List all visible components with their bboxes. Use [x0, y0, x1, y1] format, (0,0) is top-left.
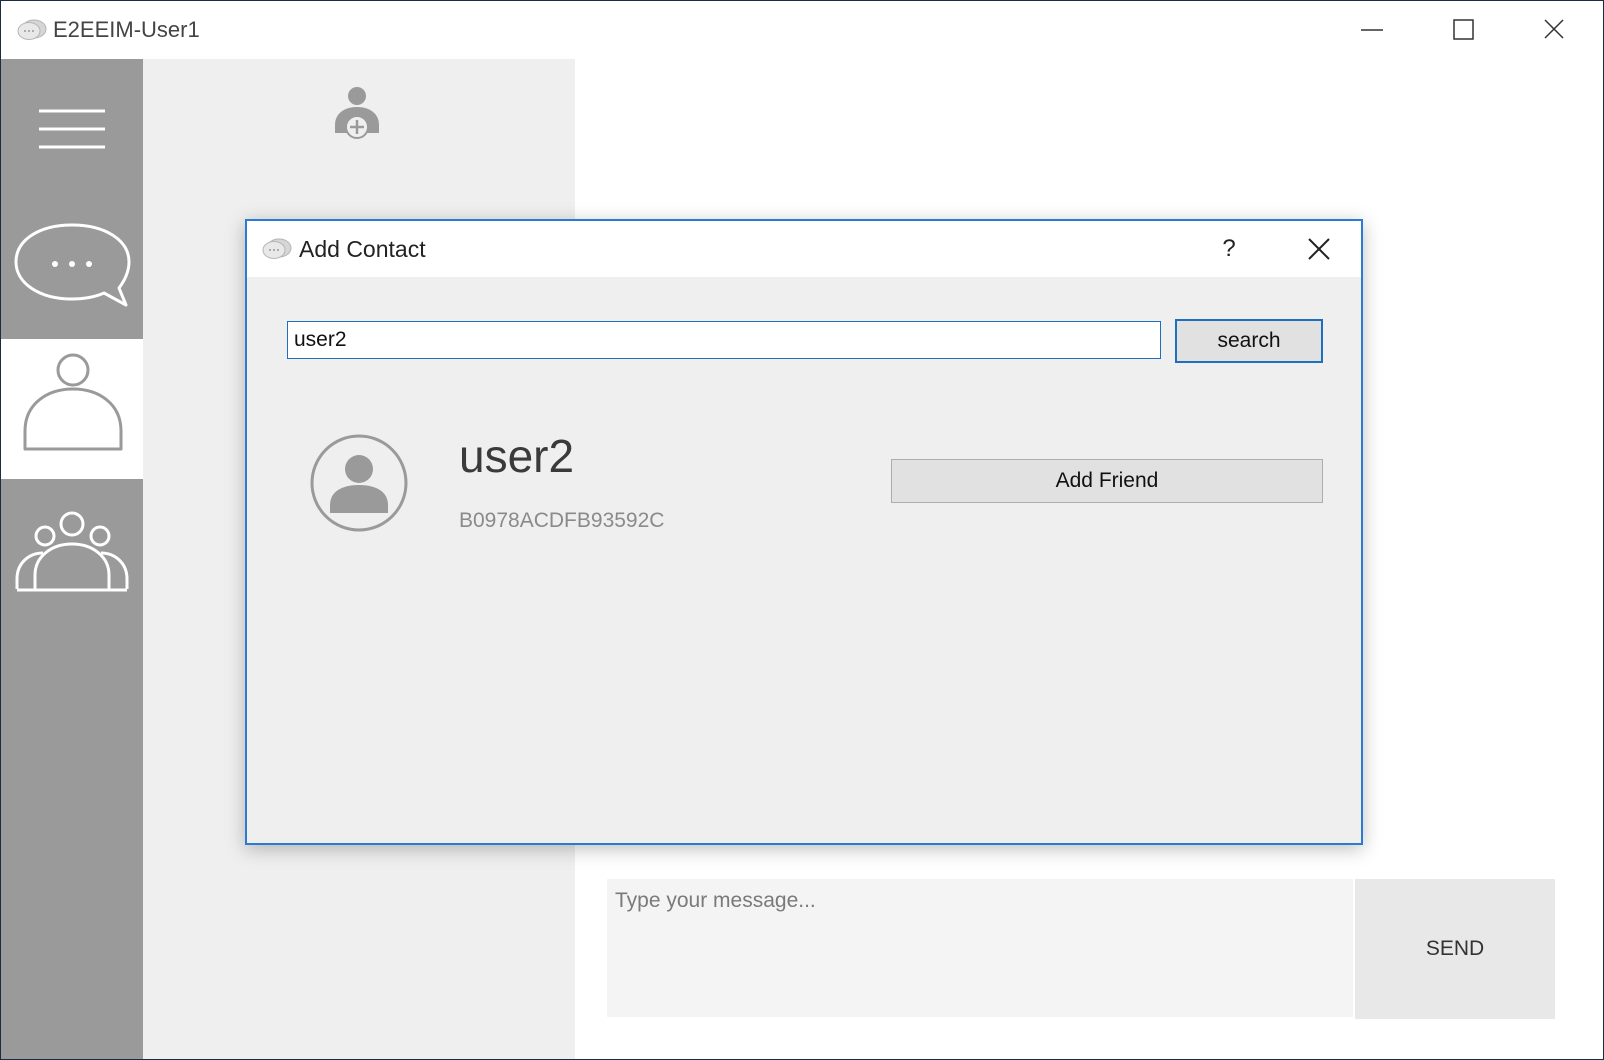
help-button[interactable]: ?	[1209, 231, 1249, 267]
sidebar-item-chats[interactable]	[1, 199, 143, 339]
app-chat-icon	[17, 18, 47, 49]
close-icon	[1299, 238, 1339, 271]
window-title: E2EEIM-User1	[53, 17, 200, 42]
send-button[interactable]: SEND	[1355, 879, 1555, 1019]
sidebar-item-menu[interactable]	[1, 59, 143, 199]
search-input[interactable]	[287, 321, 1161, 359]
dialog-close-button[interactable]	[1299, 231, 1339, 267]
group-icon	[1, 511, 143, 623]
title-bar: E2EEIM-User1	[1, 1, 1603, 59]
sidebar	[1, 59, 143, 1059]
add-friend-button[interactable]: Add Friend	[891, 459, 1323, 503]
app-window: E2EEIM-User1 Type your message... SEND A…	[0, 0, 1604, 1060]
result-username: user2	[459, 430, 575, 482]
sidebar-item-contacts[interactable]	[1, 339, 143, 479]
add-contact-dialog: Add Contact ? search user2 B0978ACDFB935…	[245, 219, 1363, 845]
sidebar-item-groups[interactable]	[1, 479, 143, 619]
maximize-button[interactable]	[1441, 13, 1487, 47]
dialog-title-bar: Add Contact ?	[247, 221, 1361, 277]
add-contact-icon[interactable]	[333, 85, 383, 148]
app-chat-icon	[261, 237, 293, 268]
user-avatar-icon	[309, 433, 409, 538]
search-button[interactable]: search	[1175, 319, 1323, 363]
close-window-button[interactable]	[1531, 13, 1577, 47]
minimize-button[interactable]	[1349, 13, 1395, 47]
message-input[interactable]	[607, 879, 1353, 1017]
result-key-id: B0978ACDFB93592C	[459, 509, 665, 532]
dialog-title: Add Contact	[299, 236, 426, 262]
